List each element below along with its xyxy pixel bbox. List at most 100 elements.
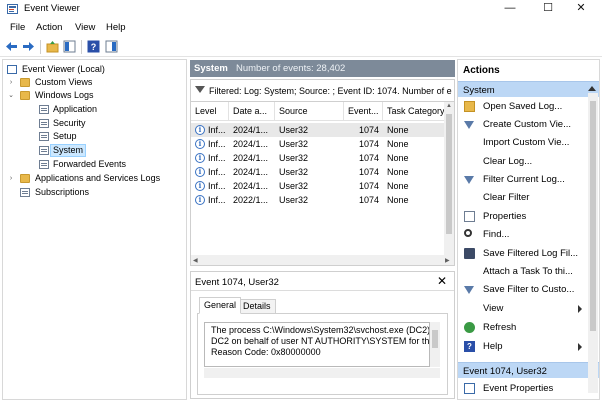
toolbar-separator — [81, 40, 82, 54]
menu-action[interactable]: Action — [36, 22, 62, 33]
action-label: Help — [483, 341, 503, 352]
events-horizontal-scrollbar[interactable]: ◀ ▶ — [191, 255, 454, 265]
description-line: Reason Code: 0x80000000 — [211, 347, 321, 357]
window-title: Event Viewer — [24, 3, 80, 14]
scroll-thumb[interactable] — [432, 330, 438, 348]
scroll-right-arrow-icon[interactable]: ▶ — [445, 257, 450, 264]
log-header: System Number of events: 28,402 — [190, 60, 455, 77]
action-properties[interactable]: Properties — [458, 208, 599, 225]
scroll-thumb[interactable] — [446, 114, 452, 234]
action-create-custom-view[interactable]: Create Custom Vie... — [458, 116, 599, 133]
close-button[interactable]: ✕ — [558, 0, 602, 18]
cell-level: Inf... — [208, 153, 226, 163]
column-header-level[interactable]: Level — [191, 102, 229, 121]
section-label: System — [463, 85, 495, 96]
expand-chevron-icon[interactable]: › — [7, 172, 15, 185]
events-vertical-scrollbar[interactable]: ▲ — [444, 102, 454, 255]
description-horizontal-scrollbar[interactable] — [204, 368, 440, 378]
column-header-date[interactable]: Date a... — [229, 102, 275, 121]
open-folder-icon — [464, 101, 475, 112]
action-clear-filter[interactable]: Clear Filter — [458, 189, 599, 206]
cell-level: Inf... — [208, 167, 226, 177]
information-icon: i — [195, 125, 205, 135]
table-row[interactable]: i Inf... 2024/1... User32 1074 None — [191, 165, 446, 179]
tab-details[interactable]: Details — [238, 299, 276, 314]
action-label: Properties — [483, 211, 527, 222]
event-count: Number of events: 28,402 — [236, 63, 346, 74]
scroll-up-arrow-icon[interactable]: ▲ — [446, 103, 452, 109]
up-folder-icon[interactable] — [46, 40, 59, 53]
action-attach-task[interactable]: Attach a Task To thi... — [458, 263, 599, 280]
folder-icon — [20, 174, 30, 183]
column-header-task-category[interactable]: Task Category — [383, 102, 447, 121]
find-binoculars-icon — [464, 229, 472, 237]
filter-icon — [464, 121, 474, 129]
show-hide-tree-icon[interactable] — [63, 40, 76, 53]
action-find[interactable]: Find... — [458, 226, 599, 243]
cell-source: User32 — [279, 181, 309, 191]
action-label: Find... — [483, 229, 510, 240]
show-hide-action-pane-icon[interactable] — [105, 40, 118, 53]
menu-file[interactable]: File — [10, 22, 25, 33]
action-help[interactable]: ? Help — [458, 338, 599, 355]
actions-section-system[interactable]: System — [458, 81, 599, 97]
event-description-text[interactable]: The process C:\Windows\System32\svchost.… — [204, 322, 430, 367]
folder-icon — [20, 78, 30, 87]
collapse-caret-icon[interactable] — [588, 86, 596, 91]
cell-event-id: 1074 — [359, 139, 380, 149]
action-save-filter-to-custom-view[interactable]: Save Filter to Custo... — [458, 281, 599, 298]
expand-chevron-icon[interactable]: › — [7, 76, 15, 89]
submenu-arrow-icon — [578, 305, 582, 313]
menu-bar: File Action View Help — [0, 19, 602, 35]
action-refresh[interactable]: Refresh — [458, 319, 599, 336]
cell-source: User32 — [279, 195, 309, 205]
toolbar: ? — [0, 36, 602, 57]
filter-description: Filtered: Log: System; Source: ; Event I… — [209, 86, 452, 96]
column-header-event-id[interactable]: Event... — [344, 102, 383, 121]
tab-general[interactable]: General — [199, 297, 242, 314]
table-row[interactable]: i Inf... 2024/1... User32 1074 None — [191, 151, 446, 165]
log-icon — [39, 119, 49, 128]
scroll-thumb[interactable] — [590, 101, 596, 331]
actions-title: Actions — [463, 65, 500, 76]
log-icon — [39, 160, 49, 169]
tree-item-label: Setup — [53, 131, 77, 141]
help-icon[interactable]: ? — [87, 40, 100, 53]
table-row[interactable]: i Inf... 2024/1... User32 1074 None — [191, 137, 446, 151]
cell-task-category: None — [387, 195, 409, 205]
column-header-source[interactable]: Source — [275, 102, 344, 121]
action-clear-log[interactable]: Clear Log... — [458, 153, 599, 170]
filter-icon — [195, 86, 205, 93]
actions-section-event[interactable]: Event 1074, User32 — [458, 362, 599, 378]
menu-view[interactable]: View — [75, 22, 95, 33]
cell-source: User32 — [279, 167, 309, 177]
scroll-left-arrow-icon[interactable]: ◀ — [193, 257, 198, 264]
information-icon: i — [195, 139, 205, 149]
table-row[interactable]: i Inf... 2024/1... User32 1074 None — [191, 123, 446, 137]
action-import-custom-view[interactable]: Import Custom Vie... — [458, 134, 599, 151]
description-vertical-scrollbar[interactable] — [430, 322, 440, 367]
back-arrow-icon[interactable] — [5, 40, 18, 53]
action-filter-current-log[interactable]: Filter Current Log... — [458, 171, 599, 188]
action-open-saved-log[interactable]: Open Saved Log... — [458, 98, 599, 115]
action-event-properties[interactable]: Event Properties — [458, 380, 599, 397]
forward-arrow-icon[interactable] — [22, 40, 35, 53]
action-save-filtered-log-file[interactable]: Save Filtered Log Fil... — [458, 245, 599, 262]
action-view[interactable]: View — [458, 300, 599, 317]
section-label: Event 1074, User32 — [463, 366, 547, 377]
cell-source: User32 — [279, 139, 309, 149]
filter-icon — [464, 176, 474, 184]
table-row[interactable]: i Inf... 2022/1... User32 1074 None — [191, 193, 446, 207]
collapse-chevron-icon[interactable]: ⌄ — [7, 89, 15, 102]
event-properties-icon — [464, 383, 475, 394]
refresh-icon — [464, 322, 475, 333]
menu-help[interactable]: Help — [106, 22, 126, 33]
cell-event-id: 1074 — [359, 195, 380, 205]
close-detail-icon[interactable]: ✕ — [437, 274, 447, 288]
actions-scrollbar[interactable] — [588, 93, 598, 393]
cell-event-id: 1074 — [359, 125, 380, 135]
log-icon — [39, 146, 49, 155]
cell-level: Inf... — [208, 125, 226, 135]
cell-date: 2024/1... — [233, 181, 269, 191]
table-row[interactable]: i Inf... 2024/1... User32 1074 None — [191, 179, 446, 193]
